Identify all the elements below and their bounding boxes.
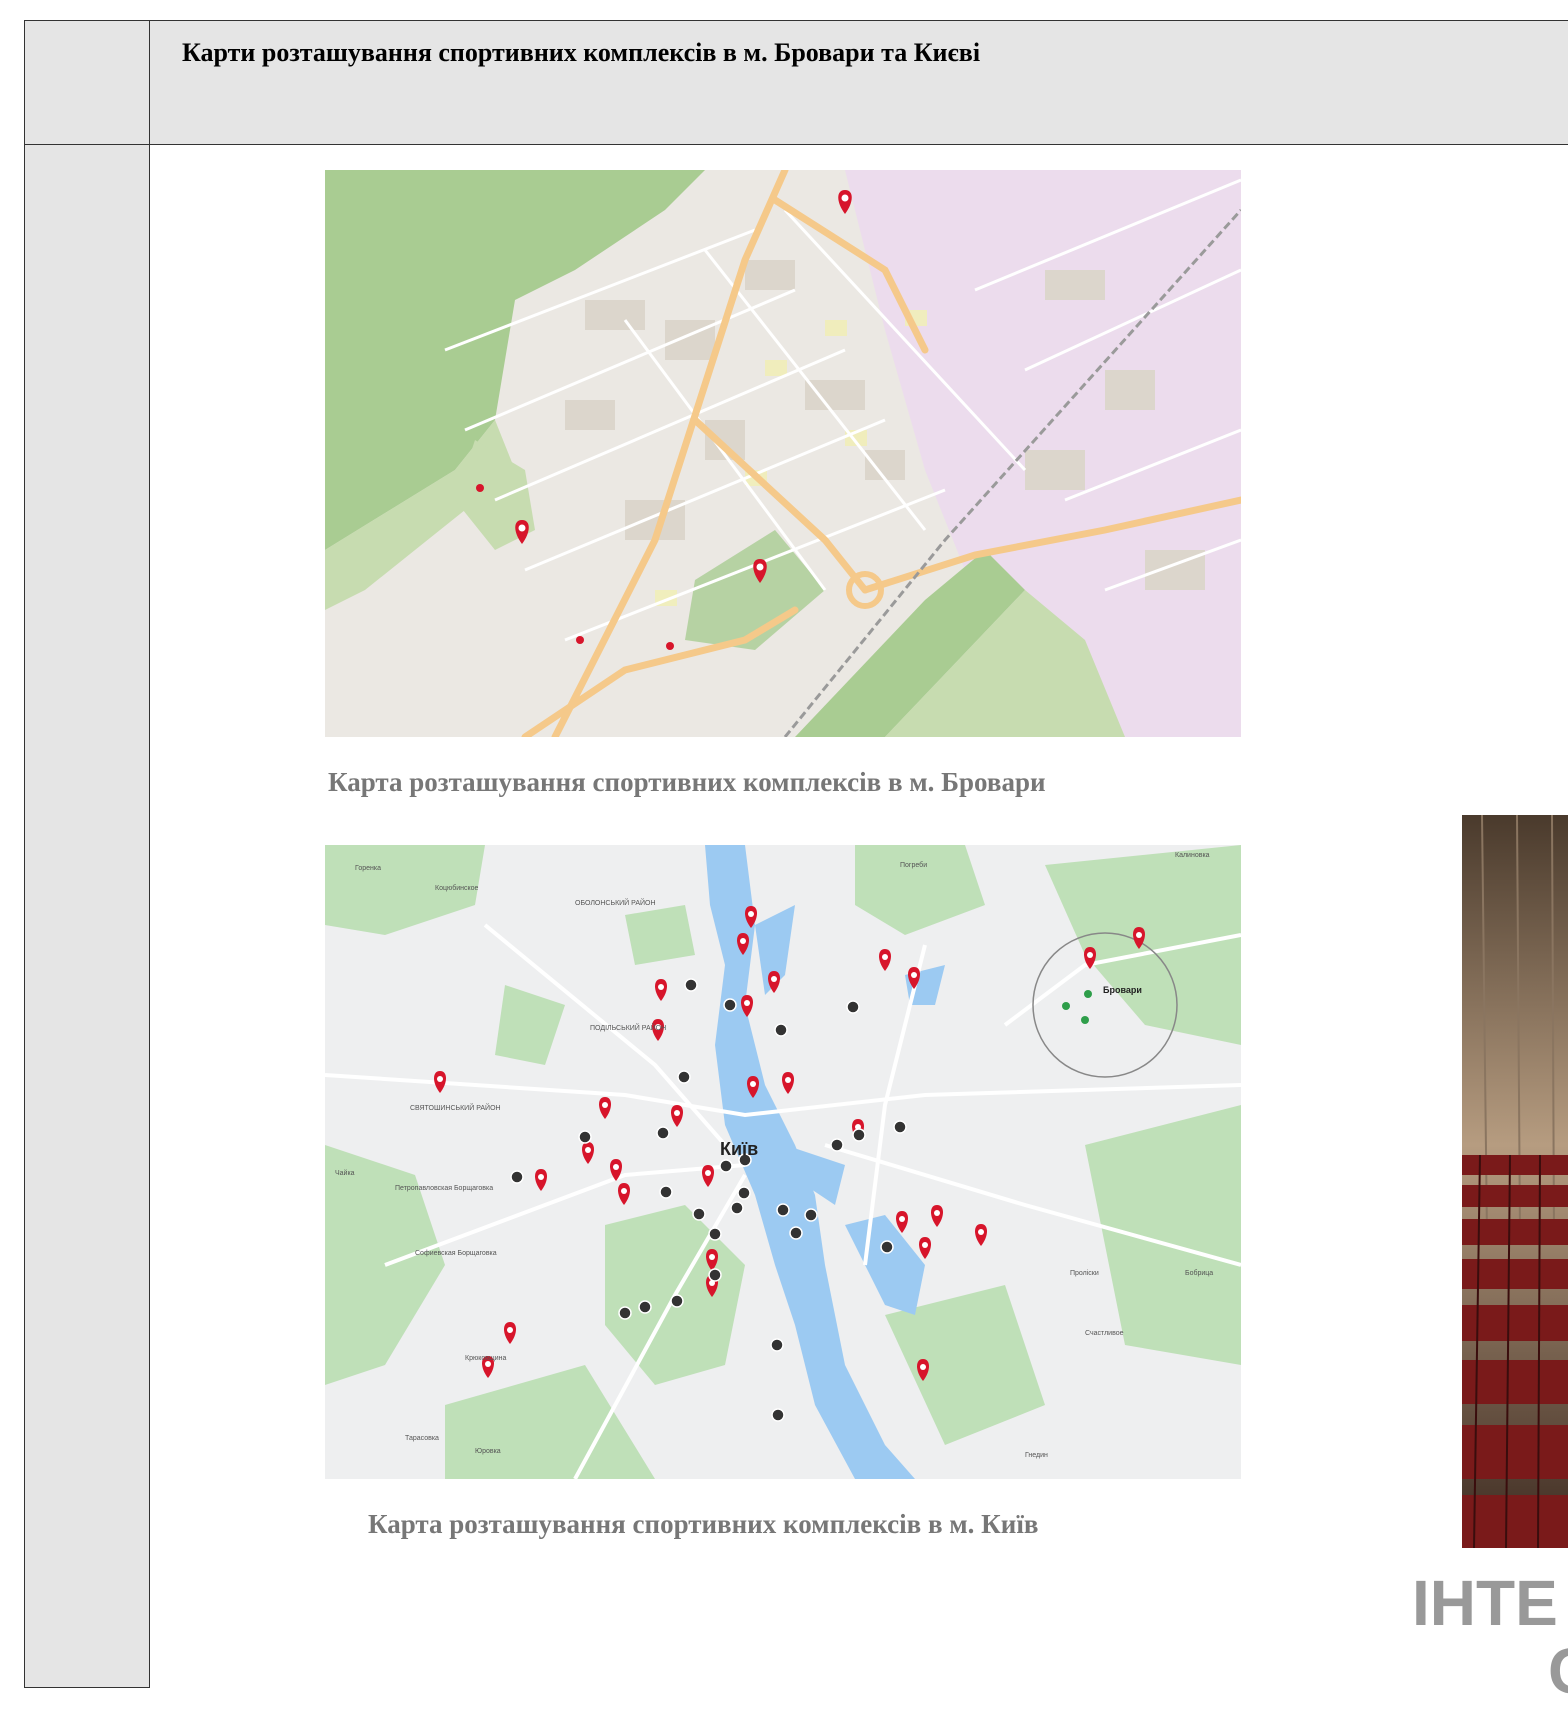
auditorium-photo — [1462, 815, 1568, 1548]
side-caption-line2: С — [1548, 1634, 1568, 1708]
cluster-marker[interactable] — [708, 1268, 722, 1282]
cluster-marker[interactable] — [578, 1130, 592, 1144]
cluster-marker[interactable] — [776, 1203, 790, 1217]
kyiv-map[interactable]: Київ Бровари ПОДІЛЬСЬКИЙ РАЙОН ОБОЛОНСЬК… — [325, 845, 1241, 1479]
cluster-marker[interactable] — [510, 1170, 524, 1184]
brovary-label: Бровари — [1103, 985, 1142, 995]
brovary-map-caption: Карта розташування спортивних комплексів… — [328, 767, 1046, 797]
cluster-marker[interactable] — [719, 1159, 733, 1173]
yurivka-label: Юровка — [475, 1448, 501, 1455]
cluster-marker[interactable] — [618, 1306, 632, 1320]
cluster-marker[interactable] — [771, 1408, 785, 1422]
park-marker[interactable] — [1081, 1016, 1089, 1024]
park-marker[interactable] — [1062, 1002, 1070, 1010]
kyiv-city-label: Київ — [720, 1139, 758, 1159]
cluster-marker[interactable] — [846, 1000, 860, 1014]
cluster-marker[interactable] — [789, 1226, 803, 1240]
cluster-marker[interactable] — [670, 1294, 684, 1308]
cluster-marker[interactable] — [684, 978, 698, 992]
sviatoshynskyi-label: СВЯТОШИНСЬКИЙ РАЙОН — [410, 1103, 501, 1112]
kalynivka-label: Калиновка — [1175, 852, 1210, 859]
park-marker[interactable] — [1084, 990, 1092, 998]
podilskyi-label: ПОДІЛЬСЬКИЙ РАЙОН — [590, 1023, 666, 1032]
kriukivshchyna-label: Крюковщина — [465, 1355, 507, 1362]
kotsiubynske-label: Коцюбинское — [435, 884, 479, 892]
cluster-marker[interactable] — [730, 1201, 744, 1215]
cluster-marker[interactable] — [677, 1070, 691, 1084]
horenka-label: Горенка — [355, 865, 381, 872]
cluster-marker[interactable] — [708, 1227, 722, 1241]
cluster-marker[interactable] — [774, 1023, 788, 1037]
tarasivka-label: Тарасовка — [405, 1435, 439, 1442]
cluster-marker[interactable] — [804, 1208, 818, 1222]
hnidyn-label: Гнедин — [1025, 1452, 1048, 1459]
cluster-marker[interactable] — [880, 1240, 894, 1254]
cluster-marker[interactable] — [830, 1138, 844, 1152]
cluster-marker[interactable] — [692, 1207, 706, 1221]
cluster-marker[interactable] — [893, 1120, 907, 1134]
shchaslyve-label: Счастливое — [1085, 1330, 1124, 1337]
pohreby-label: Погреби — [900, 861, 927, 869]
kyiv-map-caption: Карта розташування спортивних комплексів… — [368, 1509, 1039, 1539]
cluster-marker[interactable] — [852, 1128, 866, 1142]
cluster-marker[interactable] — [723, 998, 737, 1012]
prolisky-label: Проліски — [1070, 1269, 1099, 1277]
cluster-marker[interactable] — [656, 1126, 670, 1140]
cluster-marker[interactable] — [737, 1186, 751, 1200]
sofiivska-label: Софиевская Борщаговка — [415, 1250, 497, 1257]
cluster-marker[interactable] — [659, 1185, 673, 1199]
page-title: Карти розташування спортивних комплексів… — [182, 38, 981, 67]
header-divider — [149, 20, 150, 145]
petropavlivska-label: Петропавловская Борщаговка — [395, 1185, 493, 1192]
cluster-marker[interactable] — [770, 1338, 784, 1352]
side-caption-line1: ІНТЕ — [1412, 1567, 1558, 1639]
cluster-marker[interactable] — [638, 1300, 652, 1314]
brovary-map[interactable] — [325, 170, 1241, 737]
obolonskyi-label: ОБОЛОНСЬКИЙ РАЙОН — [575, 898, 656, 907]
chaika-label: Чайка — [335, 1169, 355, 1177]
left-margin-column — [24, 20, 150, 1688]
bobrytsia-label: Бобрица — [1185, 1269, 1213, 1277]
